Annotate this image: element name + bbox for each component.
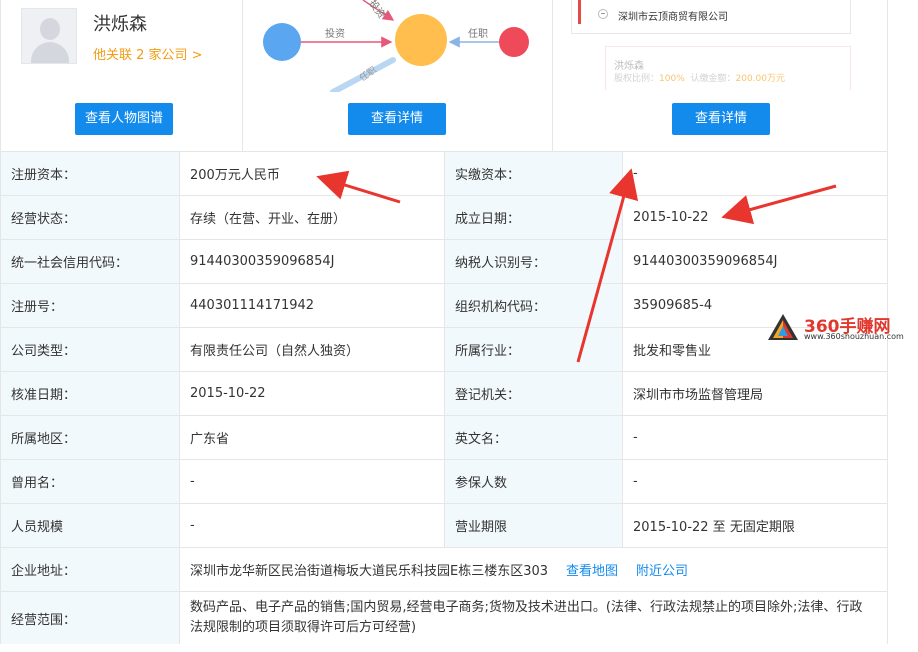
staff-size-value: - <box>180 504 445 547</box>
summary-cards: 洪烁森 他关联 2 家公司 > 查看人物图谱 投资 投资 任职 任职 查看详情 … <box>0 0 888 152</box>
watermark-triangle-icon <box>768 314 798 340</box>
shareholder-name: 洪烁森 <box>614 61 644 72</box>
view-map-link[interactable]: 查看地图 <box>566 560 618 579</box>
person-node <box>499 27 529 57</box>
taxpayer-id-label: 纳税人识别号： <box>445 240 623 283</box>
table-row: 核准日期： 2015-10-22 登记机关： 深圳市市场监督管理局 <box>1 372 887 416</box>
reg-no-value: 440301114171942 <box>180 284 445 327</box>
staff-size-label: 人员规模 <box>1 504 180 547</box>
table-row: 人员规模 - 营业期限 2015-10-22 至 无固定期限 <box>1 504 887 548</box>
term-label: 营业期限 <box>445 504 623 547</box>
table-row: 企业地址： 深圳市龙华新区民治街道梅坂大道民乐科技园E栋三楼东区303 查看地图… <box>1 548 887 592</box>
table-row: 公司类型： 有限责任公司（自然人独资） 所属行业： 批发和零售业 <box>1 328 887 372</box>
shareholder-meta: 股权比例：100% 认缴金额：200.00万元 <box>614 74 785 84</box>
industry-label: 所属行业： <box>445 328 623 371</box>
scope-value: 数码产品、电子产品的销售;国内贸易,经营电子商务;货物及技术进出口。(法律、行政… <box>180 592 887 644</box>
table-row: 注册资本： 200万元人民币 实缴资本： - <box>1 152 887 196</box>
english-name-label: 英文名： <box>445 416 623 459</box>
status-label: 经营状态： <box>1 196 180 239</box>
watermark-url: www.360shouzhuan.com <box>804 332 904 341</box>
watermark-logo: 360手赚网 www.360shouzhuan.com <box>766 310 918 344</box>
table-row: 曾用名： - 参保人数 - <box>1 460 887 504</box>
term-value: 2015-10-22 至 无固定期限 <box>623 504 887 547</box>
edge-label-position: 任职 <box>468 27 488 40</box>
equity-details-button[interactable]: 查看详情 <box>672 103 770 135</box>
linked-companies-link[interactable]: 他关联 2 家公司 > <box>93 44 203 63</box>
person-card: 洪烁森 他关联 2 家公司 > 查看人物图谱 <box>1 0 242 152</box>
approval-date-label: 核准日期： <box>1 372 180 415</box>
former-name-value: - <box>180 460 445 503</box>
nearby-companies-link[interactable]: 附近公司 <box>636 560 688 579</box>
insured-value: - <box>623 460 887 503</box>
table-row: 经营范围： 数码产品、电子产品的销售;国内贸易,经营电子商务;货物及技术进出口。… <box>1 592 887 644</box>
edge-label-invest: 投资 <box>325 27 345 40</box>
reg-no-label: 注册号： <box>1 284 180 327</box>
table-row: 所属地区： 广东省 英文名： - <box>1 416 887 460</box>
address-cell: 深圳市龙华新区民治街道梅坂大道民乐科技园E栋三楼东区303 查看地图 附近公司 <box>180 548 887 591</box>
person-name: 洪烁森 <box>93 14 147 35</box>
table-row: 经营状态： 存续（在营、开业、在册） 成立日期： 2015-10-22 <box>1 196 887 240</box>
address-value: 深圳市龙华新区民治街道梅坂大道民乐科技园E栋三楼东区303 <box>190 564 549 579</box>
scope-label: 经营范围： <box>1 592 180 644</box>
reg-authority-label: 登记机关： <box>445 372 623 415</box>
status-value: 存续（在营、开业、在册） <box>180 196 445 239</box>
region-value: 广东省 <box>180 416 445 459</box>
shareholder-node: 洪烁森 股权比例：100% 认缴金额：200.00万元 <box>605 46 851 90</box>
investment-graph-card: 投资 投资 任职 任职 查看详情 <box>242 0 552 152</box>
paid-capital-value: - <box>623 152 887 195</box>
avatar <box>21 8 77 64</box>
investor-node <box>263 23 301 61</box>
company-type-value: 有限责任公司（自然人独资） <box>180 328 445 371</box>
company-info-table: 注册资本： 200万元人民币 实缴资本： - 经营状态： 存续（在营、开业、在册… <box>0 152 888 644</box>
reg-capital-value: 200万元人民币 <box>180 152 445 195</box>
taxpayer-id-value: 91440300359096854J <box>623 240 887 283</box>
address-label: 企业地址： <box>1 548 180 591</box>
reg-capital-label: 注册资本： <box>1 152 180 195</box>
approval-date-value: 2015-10-22 <box>180 372 445 415</box>
table-row: 统一社会信用代码： 91440300359096854J 纳税人识别号： 914… <box>1 240 887 284</box>
credit-code-label: 统一社会信用代码： <box>1 240 180 283</box>
investment-graph: 投资 投资 任职 任职 <box>263 0 529 92</box>
former-name-label: 曾用名： <box>1 460 180 503</box>
edge-label-invest-top: 投资 <box>366 0 388 21</box>
table-row: 注册号： 440301114171942 组织机构代码： 35909685-4 <box>1 284 887 328</box>
org-code-label: 组织机构代码： <box>445 284 623 327</box>
collapse-icon[interactable] <box>598 9 608 19</box>
reg-authority-value: 深圳市市场监督管理局 <box>623 372 887 415</box>
paid-capital-label: 实缴资本： <box>445 152 623 195</box>
est-date-label: 成立日期： <box>445 196 623 239</box>
company-node <box>395 14 447 66</box>
credit-code-value: 91440300359096854J <box>180 240 445 283</box>
english-name-value: - <box>623 416 887 459</box>
equity-structure-card: 深圳市云顶商贸有限公司 洪烁森 股权比例：100% 认缴金额：200.00万元 … <box>552 0 889 152</box>
equity-company-node: 深圳市云顶商贸有限公司 <box>571 0 851 34</box>
region-label: 所属地区： <box>1 416 180 459</box>
company-type-label: 公司类型： <box>1 328 180 371</box>
graph-details-button[interactable]: 查看详情 <box>348 103 446 135</box>
est-date-value: 2015-10-22 <box>623 196 887 239</box>
view-person-graph-button[interactable]: 查看人物图谱 <box>75 103 173 135</box>
insured-label: 参保人数 <box>445 460 623 503</box>
equity-company-name: 深圳市云顶商贸有限公司 <box>618 12 728 23</box>
